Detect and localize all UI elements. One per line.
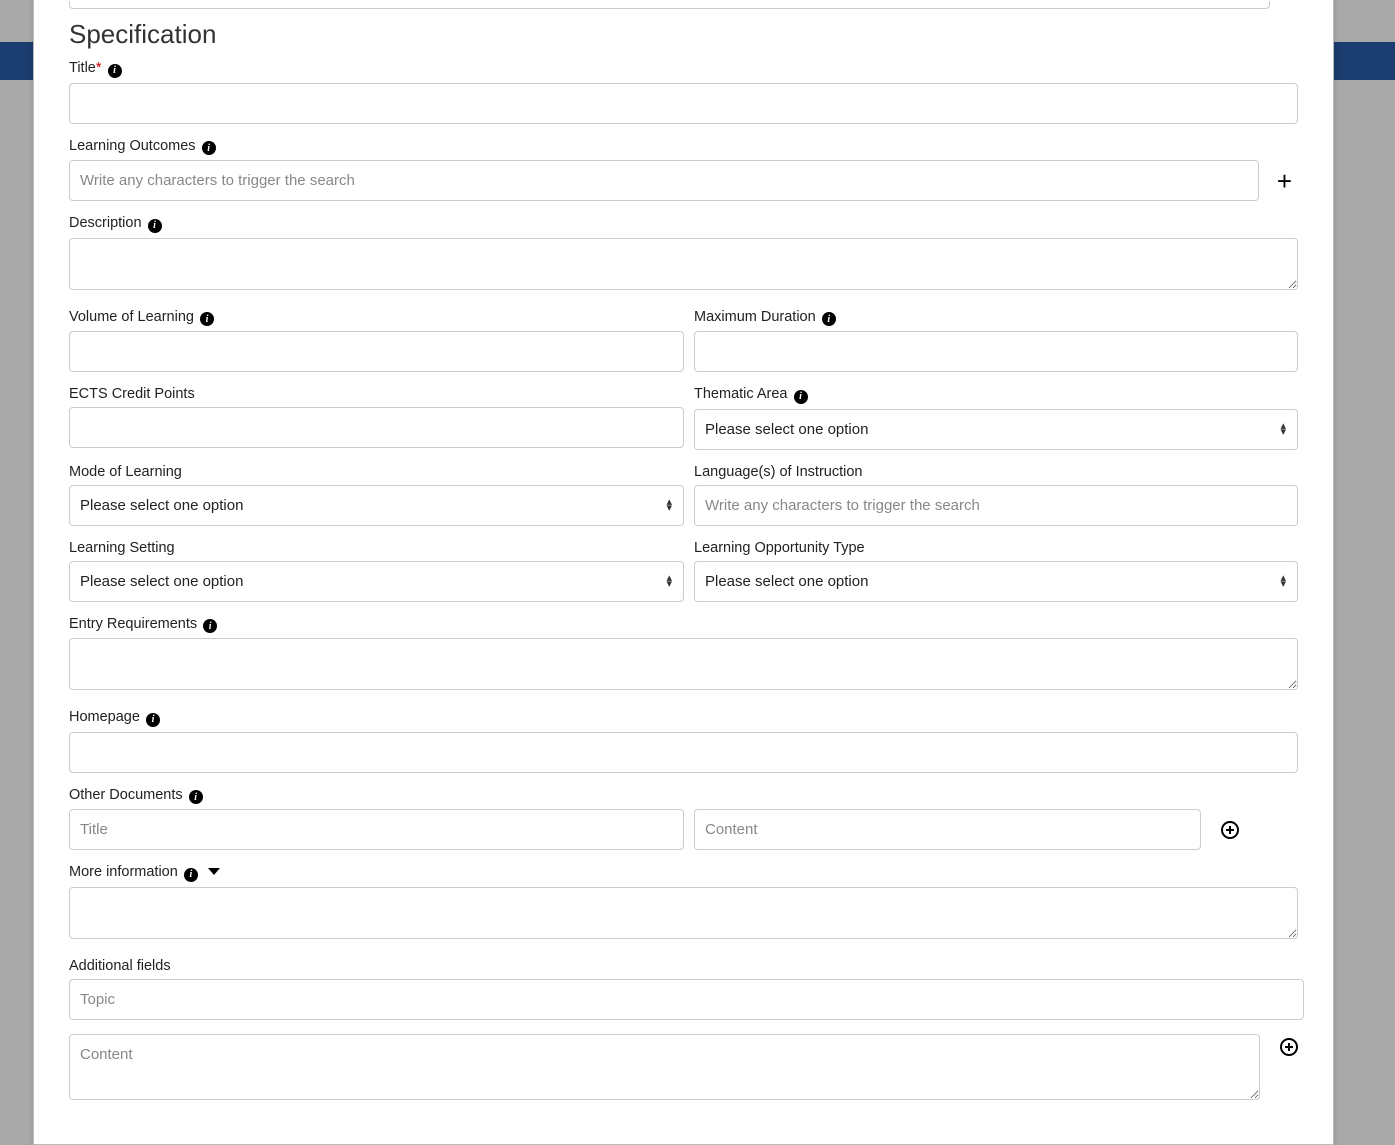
info-icon[interactable]: i <box>822 312 836 326</box>
section-title: Specification <box>69 19 1298 50</box>
thematic-area-select[interactable] <box>694 409 1298 450</box>
title-label-text: Title <box>69 60 96 76</box>
max-duration-text: Maximum Duration <box>694 309 816 325</box>
info-icon[interactable]: i <box>108 64 122 78</box>
description-text: Description <box>69 215 142 231</box>
info-icon[interactable]: i <box>794 390 808 404</box>
languages-input[interactable] <box>694 485 1298 526</box>
circle-plus-icon[interactable] <box>1280 1038 1298 1056</box>
additional-fields-topic-input[interactable] <box>69 979 1304 1020</box>
info-icon[interactable]: i <box>184 868 198 882</box>
entry-req-text: Entry Requirements <box>69 616 197 632</box>
homepage-label: Homepage i <box>69 709 1298 727</box>
more-information-label: More information i <box>69 864 1298 882</box>
info-icon[interactable]: i <box>189 790 203 804</box>
more-info-text: More information <box>69 864 178 880</box>
entry-requirements-label: Entry Requirements i <box>69 616 1298 634</box>
learning-setting-label: Learning Setting <box>69 540 684 556</box>
maximum-duration-input[interactable] <box>694 331 1298 372</box>
volume-of-learning-label: Volume of Learning i <box>69 309 684 327</box>
caret-down-icon[interactable] <box>208 868 220 875</box>
more-information-textarea[interactable] <box>69 887 1298 939</box>
learning-outcomes-input[interactable] <box>69 160 1259 201</box>
entry-requirements-textarea[interactable] <box>69 638 1298 690</box>
specification-panel: Specification Title* i Learning Outcomes… <box>33 0 1334 1145</box>
thematic-text: Thematic Area <box>694 386 788 402</box>
homepage-input[interactable] <box>69 732 1298 773</box>
info-icon[interactable]: i <box>203 619 217 633</box>
info-icon[interactable]: i <box>148 219 162 233</box>
circle-plus-icon[interactable] <box>1221 821 1239 839</box>
additional-fields-label: Additional fields <box>69 958 1298 974</box>
additional-fields-content-textarea[interactable] <box>69 1034 1260 1100</box>
required-asterisk: * <box>96 60 102 76</box>
other-docs-text: Other Documents <box>69 787 183 803</box>
plus-icon[interactable]: + <box>1269 160 1298 194</box>
info-icon[interactable]: i <box>202 141 216 155</box>
volume-of-learning-input[interactable] <box>69 331 684 372</box>
ects-input[interactable] <box>69 407 684 448</box>
learning-outcomes-text: Learning Outcomes <box>69 138 196 154</box>
description-textarea[interactable] <box>69 238 1298 290</box>
info-icon[interactable]: i <box>200 312 214 326</box>
homepage-text: Homepage <box>69 709 140 725</box>
learning-outcomes-label: Learning Outcomes i <box>69 138 1298 156</box>
other-documents-label: Other Documents i <box>69 787 1298 805</box>
ects-label: ECTS Credit Points <box>69 386 684 402</box>
info-icon[interactable]: i <box>146 713 160 727</box>
languages-label: Language(s) of Instruction <box>694 464 1298 480</box>
title-input[interactable] <box>69 83 1298 124</box>
description-label: Description i <box>69 215 1298 233</box>
maximum-duration-label: Maximum Duration i <box>694 309 1298 327</box>
opportunity-type-select[interactable] <box>694 561 1298 602</box>
opportunity-type-label: Learning Opportunity Type <box>694 540 1298 556</box>
learning-setting-select[interactable] <box>69 561 684 602</box>
mode-of-learning-select[interactable] <box>69 485 684 526</box>
thematic-area-label: Thematic Area i <box>694 386 1298 404</box>
mode-of-learning-label: Mode of Learning <box>69 464 684 480</box>
previous-field-bottom[interactable] <box>69 1 1270 9</box>
volume-text: Volume of Learning <box>69 309 194 325</box>
title-label: Title* i <box>69 60 1298 78</box>
other-documents-title-input[interactable] <box>69 809 684 850</box>
other-documents-content-input[interactable] <box>694 809 1201 850</box>
